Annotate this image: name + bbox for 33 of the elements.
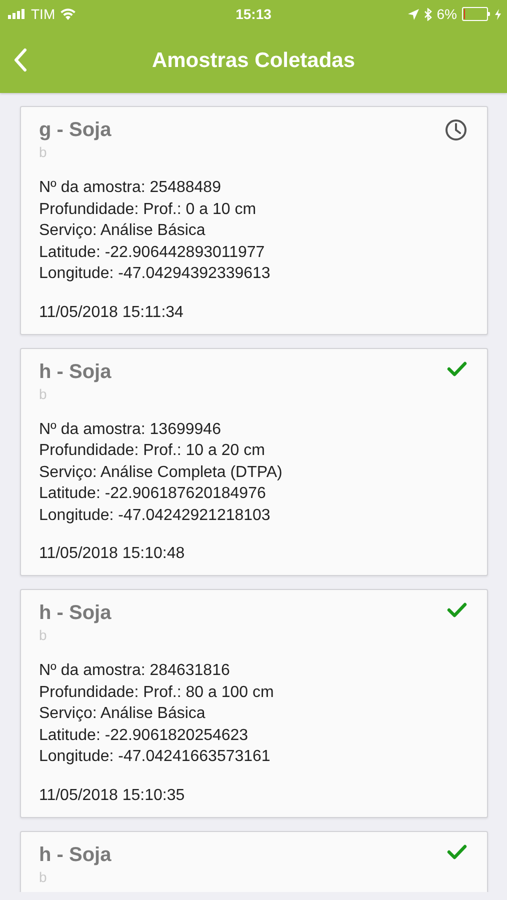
sample-date: 11/05/2018 15:11:34 <box>39 304 184 322</box>
page-title: Amostras Coletadas <box>152 48 356 72</box>
sample-detail: Longitude: -47.04241663573161 <box>39 747 272 767</box>
sample-detail: Latitude: -22.9061820254623 <box>39 726 250 746</box>
sample-detail: Serviço: Análise Básica <box>39 221 206 241</box>
sample-title: h - Soja <box>39 360 112 384</box>
sample-detail: Latitude: -22.906442893011977 <box>39 242 266 262</box>
sample-detail: Serviço: Análise Completa (DTPA) <box>39 462 284 482</box>
sample-detail: Longitude: -47.04294392339613 <box>39 264 272 284</box>
sample-detail: Profundidade: Prof.: 80 a 100 cm <box>39 682 275 702</box>
sample-detail: Profundidade: Prof.: 0 a 10 cm <box>39 200 258 220</box>
sample-detail: Serviço: Análise Básica <box>39 704 206 724</box>
sample-title: h - Soja <box>39 844 112 866</box>
clock-time: 15:13 <box>236 6 272 22</box>
sample-detail: Longitude: -47.04242921218103 <box>39 506 272 526</box>
sample-detail: Profundidade: Prof.: 10 a 20 cm <box>39 441 266 461</box>
battery-percent: 6% <box>436 6 457 22</box>
sample-date: 11/05/2018 15:10:35 <box>39 786 186 804</box>
wifi-icon <box>60 8 76 20</box>
bluetooth-icon <box>424 8 432 20</box>
sample-title: g - Soja <box>39 119 112 142</box>
sample-date: 11/05/2018 15:10:48 <box>39 545 186 563</box>
sample-detail: Nº da amostra: 13699946 <box>39 420 222 440</box>
sample-detail: Latitude: -22.906187620184976 <box>39 484 267 504</box>
signal-icon <box>8 9 26 19</box>
location-arrow-icon <box>408 8 419 20</box>
sample-detail: Nº da amostra: 25488489 <box>39 178 222 198</box>
back-icon[interactable] <box>13 48 27 72</box>
sample-title: h - Soja <box>39 602 112 625</box>
charging-bolt-icon <box>495 8 501 20</box>
carrier-name: TIM <box>31 6 56 22</box>
battery-icon <box>462 7 490 21</box>
sample-detail: Nº da amostra: 284631816 <box>39 661 231 681</box>
